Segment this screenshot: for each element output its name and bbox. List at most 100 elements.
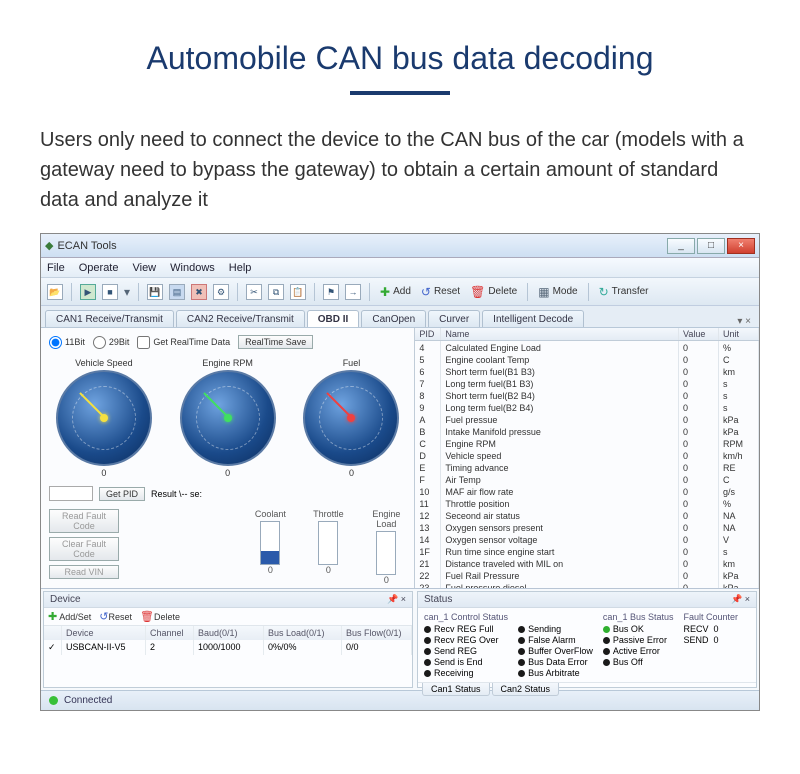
device-delete-button[interactable]: 🗑Delete <box>140 610 180 623</box>
status-panel: Status 📌 × can_1 Control Status Recv REG … <box>417 591 757 688</box>
device-panel-title: Device <box>50 594 81 605</box>
tab-curver[interactable]: Curver <box>428 310 480 327</box>
pid-row[interactable]: 9Long term fuel(B2 B4)0s <box>415 401 759 413</box>
bar-throttle: Throttle 0 <box>308 509 348 585</box>
pid-row[interactable]: 11Throttle position0% <box>415 497 759 509</box>
tool-paste-icon[interactable]: 📋 <box>290 284 306 300</box>
window-title: ECAN Tools <box>57 240 116 252</box>
tool-flag-icon[interactable]: ⚑ <box>323 284 339 300</box>
pid-row[interactable]: 12Seceond air status0NA <box>415 509 759 521</box>
device-row[interactable]: ✓ USBCAN-II-V5 2 1000/1000 0%/0% 0/0 <box>44 640 412 655</box>
pid-row[interactable]: 10MAF air flow rate0g/s <box>415 485 759 497</box>
pid-row[interactable]: FAir Temp0C <box>415 473 759 485</box>
status-connected-label: Connected <box>64 695 112 706</box>
device-panel-pin-icon[interactable]: 📌 × <box>387 594 406 605</box>
device-addset-button[interactable]: ✚ Add/Set <box>48 610 91 623</box>
pid-row[interactable]: 5Engine coolant Temp0C <box>415 353 759 365</box>
tool-stop-icon[interactable]: ■ <box>102 284 118 300</box>
tool-add-button[interactable]: ✚Add <box>378 285 413 299</box>
device-header-channel: Channel <box>146 626 194 640</box>
obd-left-pane: 11Bit 29Bit Get RealTime Data RealTime S… <box>41 328 414 588</box>
pid-row[interactable]: 8Short term fuel(B2 B4)0s <box>415 389 759 401</box>
page-title: Automobile CAN bus data decoding <box>40 40 760 77</box>
tool-reset-button[interactable]: ↺Reset <box>419 285 462 299</box>
status-panel-title: Status <box>424 594 452 605</box>
workarea: 11Bit 29Bit Get RealTime Data RealTime S… <box>41 328 759 588</box>
gauge-vehicle-speed: Vehicle Speed 0 <box>47 358 161 478</box>
app-window: ◆ ECAN Tools _ □ × File Operate View Win… <box>40 233 760 711</box>
tab-obd2[interactable]: OBD II <box>307 310 360 327</box>
tool-cut-icon[interactable]: ✂ <box>246 284 262 300</box>
read-fault-button[interactable]: Read Fault Code <box>49 509 119 533</box>
lower-panels: Device📌 × ✚ Add/Set ↺Reset 🗑Delete Devic… <box>41 588 759 690</box>
menu-file[interactable]: File <box>47 262 65 274</box>
pid-row[interactable]: BIntake Manifold pressue0kPa <box>415 425 759 437</box>
pid-header-value: Value <box>679 328 719 340</box>
menu-help[interactable]: Help <box>229 262 252 274</box>
result-label: Result \-- se: <box>151 489 202 499</box>
tool-transfer-button[interactable]: ↻Transfer <box>597 285 651 299</box>
tool-dropdown-icon[interactable]: ▾ <box>124 285 130 299</box>
radio-29bit[interactable]: 29Bit <box>93 336 130 349</box>
tool-mode-button[interactable]: ▦Mode <box>536 285 579 299</box>
menu-view[interactable]: View <box>132 262 156 274</box>
pid-table[interactable]: PID Name Value Unit 4Calculated Engine L… <box>415 328 759 588</box>
pid-row[interactable]: 13Oxygen sensors present0NA <box>415 521 759 533</box>
status-tab-can2[interactable]: Can2 Status <box>492 683 560 696</box>
pid-row[interactable]: 6Short term fuel(B1 B3)0km <box>415 365 759 377</box>
status-bus-col: can_1 Bus Status Bus OK Passive Error Ac… <box>603 612 674 678</box>
page-description: Users only need to connect the device to… <box>40 125 760 215</box>
tabstrip-close-icon[interactable]: ▾ × <box>733 316 755 327</box>
device-panel: Device📌 × ✚ Add/Set ↺Reset 🗑Delete Devic… <box>43 591 413 688</box>
pid-row[interactable]: 23Fuel pressure diesel0kPa <box>415 581 759 588</box>
gauge-engine-rpm: Engine RPM 0 <box>171 358 285 478</box>
tool-open-icon[interactable]: 📂 <box>47 284 63 300</box>
pid-row[interactable]: 14Oxygen sensor voltage0V <box>415 533 759 545</box>
device-header-baud: Baud(0/1) <box>194 626 264 640</box>
tool-goto-icon[interactable]: → <box>345 284 361 300</box>
pid-row[interactable]: 21Distance traveled with MIL on0km <box>415 557 759 569</box>
pid-row[interactable]: ETiming advance0RE <box>415 461 759 473</box>
tab-can1[interactable]: CAN1 Receive/Transmit <box>45 310 174 327</box>
tool-save-icon[interactable]: 💾 <box>147 284 163 300</box>
device-header-busload: Bus Load(0/1) <box>264 626 342 640</box>
tab-can2[interactable]: CAN2 Receive/Transmit <box>176 310 305 327</box>
device-reset-button[interactable]: ↺Reset <box>99 610 132 623</box>
status-connected-icon <box>49 696 58 705</box>
status-tab-can1[interactable]: Can1 Status <box>422 683 490 696</box>
toolbar: 📂 ▶ ■ ▾ 💾 ▤ ✖ ⚙ ✂ ⧉ 📋 ⚑ → ✚Add ↺Reset 🗑D… <box>41 278 759 306</box>
pid-input[interactable] <box>49 486 93 501</box>
status-control-col: can_1 Control Status Recv REG Full Recv … <box>424 612 508 678</box>
tool-delete-button[interactable]: 🗑Delete <box>468 285 519 299</box>
pid-row[interactable]: CEngine RPM0RPM <box>415 437 759 449</box>
get-pid-button[interactable]: Get PID <box>99 487 145 501</box>
tool-config-icon[interactable]: ⚙ <box>213 284 229 300</box>
pid-row[interactable]: 1FRun time since engine start0s <box>415 545 759 557</box>
pid-row[interactable]: 7Long term fuel(B1 B3)0s <box>415 377 759 389</box>
pid-header-pid: PID <box>415 328 441 340</box>
tool-filter-icon[interactable]: ▤ <box>169 284 185 300</box>
radio-11bit[interactable]: 11Bit <box>49 336 85 349</box>
pid-row[interactable]: AFuel pressue0kPa <box>415 413 759 425</box>
tool-copy-icon[interactable]: ⧉ <box>268 284 284 300</box>
menu-windows[interactable]: Windows <box>170 262 215 274</box>
tab-canopen[interactable]: CanOpen <box>361 310 426 327</box>
tool-play-icon[interactable]: ▶ <box>80 284 96 300</box>
close-button[interactable]: × <box>727 238 755 254</box>
menu-operate[interactable]: Operate <box>79 262 119 274</box>
pid-row[interactable]: 22Fuel Rail Pressure0kPa <box>415 569 759 581</box>
pid-row[interactable]: DVehicle speed0km/h <box>415 449 759 461</box>
tab-decode[interactable]: Intelligent Decode <box>482 310 584 327</box>
bar-coolant: Coolant 0 <box>250 509 290 585</box>
status-control-col2: Sending False Alarm Buffer OverFlow Bus … <box>518 612 593 678</box>
pid-row[interactable]: 4Calculated Engine Load0% <box>415 341 759 353</box>
realtime-save-button[interactable]: RealTime Save <box>238 335 313 349</box>
tool-clear-icon[interactable]: ✖ <box>191 284 207 300</box>
check-realtime[interactable]: Get RealTime Data <box>137 336 230 349</box>
status-panel-pin-icon[interactable]: 📌 × <box>731 594 750 605</box>
minimize-button[interactable]: _ <box>667 238 695 254</box>
maximize-button[interactable]: □ <box>697 238 725 254</box>
read-vin-button[interactable]: Read VIN <box>49 565 119 579</box>
clear-fault-button[interactable]: Clear Fault Code <box>49 537 119 561</box>
pid-table-pane: PID Name Value Unit 4Calculated Engine L… <box>414 328 759 588</box>
